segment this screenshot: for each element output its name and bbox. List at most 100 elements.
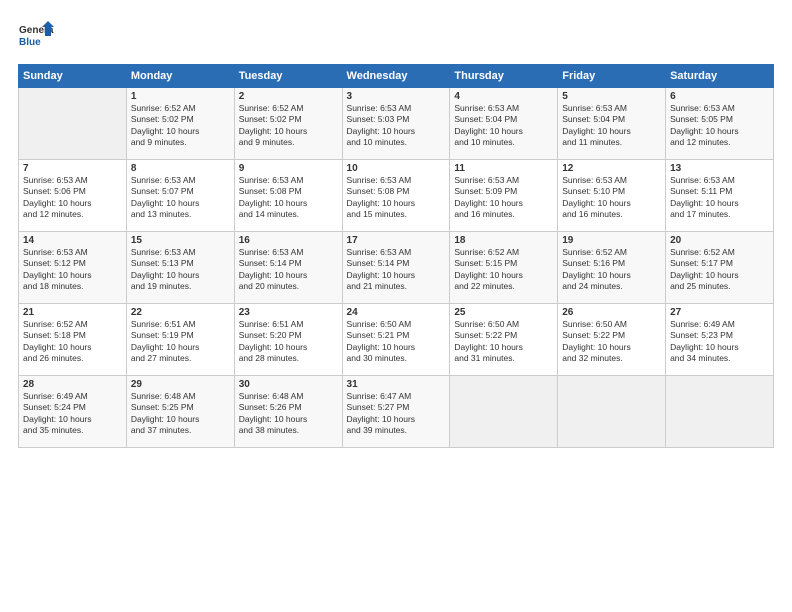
svg-text:Blue: Blue: [19, 37, 41, 48]
calendar-cell: 3Sunrise: 6:53 AM Sunset: 5:03 PM Daylig…: [342, 88, 450, 160]
day-info: Sunrise: 6:52 AM Sunset: 5:18 PM Dayligh…: [23, 319, 122, 365]
day-info: Sunrise: 6:53 AM Sunset: 5:07 PM Dayligh…: [131, 175, 230, 221]
day-number: 20: [670, 235, 769, 246]
day-info: Sunrise: 6:53 AM Sunset: 5:04 PM Dayligh…: [454, 103, 553, 149]
calendar-cell: 17Sunrise: 6:53 AM Sunset: 5:14 PM Dayli…: [342, 232, 450, 304]
page-header: General Blue: [18, 18, 774, 54]
week-row-5: 28Sunrise: 6:49 AM Sunset: 5:24 PM Dayli…: [19, 376, 774, 448]
header-sunday: Sunday: [19, 65, 127, 88]
calendar-cell: 29Sunrise: 6:48 AM Sunset: 5:25 PM Dayli…: [126, 376, 234, 448]
day-number: 23: [239, 307, 338, 318]
day-number: 17: [347, 235, 446, 246]
day-number: 10: [347, 163, 446, 174]
day-number: 18: [454, 235, 553, 246]
day-info: Sunrise: 6:52 AM Sunset: 5:16 PM Dayligh…: [562, 247, 661, 293]
logo: General Blue: [18, 18, 54, 54]
calendar-cell: 19Sunrise: 6:52 AM Sunset: 5:16 PM Dayli…: [558, 232, 666, 304]
header-friday: Friday: [558, 65, 666, 88]
calendar-cell: 16Sunrise: 6:53 AM Sunset: 5:14 PM Dayli…: [234, 232, 342, 304]
day-number: 2: [239, 91, 338, 102]
day-info: Sunrise: 6:51 AM Sunset: 5:19 PM Dayligh…: [131, 319, 230, 365]
calendar-cell: 23Sunrise: 6:51 AM Sunset: 5:20 PM Dayli…: [234, 304, 342, 376]
calendar-cell: 9Sunrise: 6:53 AM Sunset: 5:08 PM Daylig…: [234, 160, 342, 232]
day-number: 28: [23, 379, 122, 390]
day-number: 21: [23, 307, 122, 318]
calendar-cell: 1Sunrise: 6:52 AM Sunset: 5:02 PM Daylig…: [126, 88, 234, 160]
day-number: 13: [670, 163, 769, 174]
day-info: Sunrise: 6:52 AM Sunset: 5:17 PM Dayligh…: [670, 247, 769, 293]
logo-icon: General Blue: [18, 18, 54, 54]
week-row-4: 21Sunrise: 6:52 AM Sunset: 5:18 PM Dayli…: [19, 304, 774, 376]
day-info: Sunrise: 6:53 AM Sunset: 5:13 PM Dayligh…: [131, 247, 230, 293]
week-row-2: 7Sunrise: 6:53 AM Sunset: 5:06 PM Daylig…: [19, 160, 774, 232]
day-info: Sunrise: 6:53 AM Sunset: 5:14 PM Dayligh…: [239, 247, 338, 293]
header-row: SundayMondayTuesdayWednesdayThursdayFrid…: [19, 65, 774, 88]
calendar-cell: 22Sunrise: 6:51 AM Sunset: 5:19 PM Dayli…: [126, 304, 234, 376]
day-number: 31: [347, 379, 446, 390]
day-info: Sunrise: 6:48 AM Sunset: 5:26 PM Dayligh…: [239, 391, 338, 437]
day-info: Sunrise: 6:53 AM Sunset: 5:14 PM Dayligh…: [347, 247, 446, 293]
calendar-cell: 13Sunrise: 6:53 AM Sunset: 5:11 PM Dayli…: [666, 160, 774, 232]
day-number: 30: [239, 379, 338, 390]
calendar-cell: 20Sunrise: 6:52 AM Sunset: 5:17 PM Dayli…: [666, 232, 774, 304]
day-info: Sunrise: 6:53 AM Sunset: 5:06 PM Dayligh…: [23, 175, 122, 221]
day-info: Sunrise: 6:47 AM Sunset: 5:27 PM Dayligh…: [347, 391, 446, 437]
calendar-cell: [450, 376, 558, 448]
calendar-cell: 14Sunrise: 6:53 AM Sunset: 5:12 PM Dayli…: [19, 232, 127, 304]
header-monday: Monday: [126, 65, 234, 88]
calendar-cell: 25Sunrise: 6:50 AM Sunset: 5:22 PM Dayli…: [450, 304, 558, 376]
day-number: 12: [562, 163, 661, 174]
day-info: Sunrise: 6:52 AM Sunset: 5:02 PM Dayligh…: [239, 103, 338, 149]
day-number: 4: [454, 91, 553, 102]
day-info: Sunrise: 6:53 AM Sunset: 5:04 PM Dayligh…: [562, 103, 661, 149]
week-row-3: 14Sunrise: 6:53 AM Sunset: 5:12 PM Dayli…: [19, 232, 774, 304]
calendar-cell: 15Sunrise: 6:53 AM Sunset: 5:13 PM Dayli…: [126, 232, 234, 304]
day-info: Sunrise: 6:53 AM Sunset: 5:05 PM Dayligh…: [670, 103, 769, 149]
day-number: 6: [670, 91, 769, 102]
day-number: 29: [131, 379, 230, 390]
calendar-cell: 11Sunrise: 6:53 AM Sunset: 5:09 PM Dayli…: [450, 160, 558, 232]
calendar-cell: 5Sunrise: 6:53 AM Sunset: 5:04 PM Daylig…: [558, 88, 666, 160]
day-info: Sunrise: 6:53 AM Sunset: 5:03 PM Dayligh…: [347, 103, 446, 149]
calendar-cell: 24Sunrise: 6:50 AM Sunset: 5:21 PM Dayli…: [342, 304, 450, 376]
calendar-cell: 6Sunrise: 6:53 AM Sunset: 5:05 PM Daylig…: [666, 88, 774, 160]
day-number: 26: [562, 307, 661, 318]
day-info: Sunrise: 6:49 AM Sunset: 5:24 PM Dayligh…: [23, 391, 122, 437]
day-number: 3: [347, 91, 446, 102]
day-info: Sunrise: 6:53 AM Sunset: 5:08 PM Dayligh…: [347, 175, 446, 221]
day-info: Sunrise: 6:50 AM Sunset: 5:22 PM Dayligh…: [562, 319, 661, 365]
day-info: Sunrise: 6:52 AM Sunset: 5:02 PM Dayligh…: [131, 103, 230, 149]
calendar-cell: 26Sunrise: 6:50 AM Sunset: 5:22 PM Dayli…: [558, 304, 666, 376]
day-info: Sunrise: 6:50 AM Sunset: 5:21 PM Dayligh…: [347, 319, 446, 365]
day-info: Sunrise: 6:51 AM Sunset: 5:20 PM Dayligh…: [239, 319, 338, 365]
calendar-cell: 7Sunrise: 6:53 AM Sunset: 5:06 PM Daylig…: [19, 160, 127, 232]
day-info: Sunrise: 6:53 AM Sunset: 5:11 PM Dayligh…: [670, 175, 769, 221]
day-number: 15: [131, 235, 230, 246]
day-number: 8: [131, 163, 230, 174]
calendar-table: SundayMondayTuesdayWednesdayThursdayFrid…: [18, 64, 774, 448]
day-number: 25: [454, 307, 553, 318]
day-info: Sunrise: 6:53 AM Sunset: 5:10 PM Dayligh…: [562, 175, 661, 221]
week-row-1: 1Sunrise: 6:52 AM Sunset: 5:02 PM Daylig…: [19, 88, 774, 160]
header-thursday: Thursday: [450, 65, 558, 88]
calendar-cell: [558, 376, 666, 448]
day-number: 5: [562, 91, 661, 102]
day-number: 14: [23, 235, 122, 246]
calendar-cell: 30Sunrise: 6:48 AM Sunset: 5:26 PM Dayli…: [234, 376, 342, 448]
calendar-cell: [19, 88, 127, 160]
day-number: 22: [131, 307, 230, 318]
calendar-cell: 12Sunrise: 6:53 AM Sunset: 5:10 PM Dayli…: [558, 160, 666, 232]
day-info: Sunrise: 6:53 AM Sunset: 5:09 PM Dayligh…: [454, 175, 553, 221]
calendar-cell: 28Sunrise: 6:49 AM Sunset: 5:24 PM Dayli…: [19, 376, 127, 448]
day-info: Sunrise: 6:49 AM Sunset: 5:23 PM Dayligh…: [670, 319, 769, 365]
calendar-cell: [666, 376, 774, 448]
day-number: 7: [23, 163, 122, 174]
header-tuesday: Tuesday: [234, 65, 342, 88]
calendar-cell: 18Sunrise: 6:52 AM Sunset: 5:15 PM Dayli…: [450, 232, 558, 304]
day-number: 24: [347, 307, 446, 318]
calendar-cell: 31Sunrise: 6:47 AM Sunset: 5:27 PM Dayli…: [342, 376, 450, 448]
calendar-cell: 4Sunrise: 6:53 AM Sunset: 5:04 PM Daylig…: [450, 88, 558, 160]
day-number: 9: [239, 163, 338, 174]
day-info: Sunrise: 6:50 AM Sunset: 5:22 PM Dayligh…: [454, 319, 553, 365]
calendar-cell: 10Sunrise: 6:53 AM Sunset: 5:08 PM Dayli…: [342, 160, 450, 232]
